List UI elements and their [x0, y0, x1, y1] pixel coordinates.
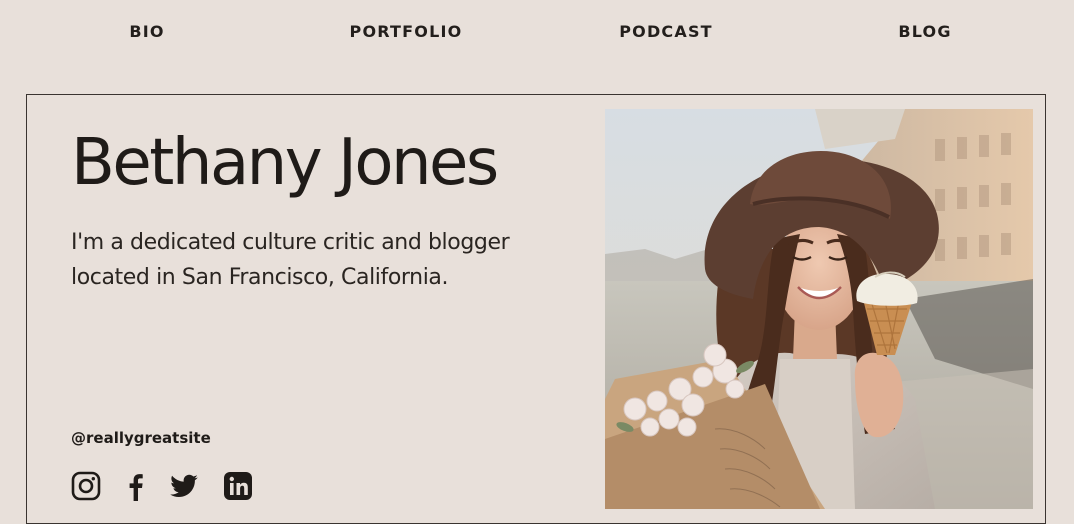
nav-link-podcast[interactable]: PODCAST — [619, 22, 713, 41]
nav-link-blog[interactable]: BLOG — [898, 22, 951, 41]
instagram-icon[interactable] — [71, 471, 101, 501]
social-links — [71, 471, 253, 501]
nav-link-bio[interactable]: BIO — [129, 22, 164, 41]
tagline-line-2: located in San Francisco, California. — [71, 265, 449, 290]
profile-photo — [605, 109, 1033, 509]
facebook-icon[interactable] — [125, 471, 145, 501]
twitter-icon[interactable] — [169, 471, 199, 501]
profile-name: Bethany Jones — [71, 126, 499, 200]
tagline-line-1: I'm a dedicated culture critic and blogg… — [71, 230, 510, 255]
linkedin-icon[interactable] — [223, 471, 253, 501]
top-navigation: BIO PORTFOLIO PODCAST BLOG — [0, 0, 1074, 64]
profile-card: Bethany Jones I'm a dedicated culture cr… — [26, 94, 1046, 524]
profile-tagline: I'm a dedicated culture critic and blogg… — [71, 225, 591, 295]
social-handle: @reallygreatsite — [71, 429, 211, 447]
nav-link-portfolio[interactable]: PORTFOLIO — [350, 22, 463, 41]
